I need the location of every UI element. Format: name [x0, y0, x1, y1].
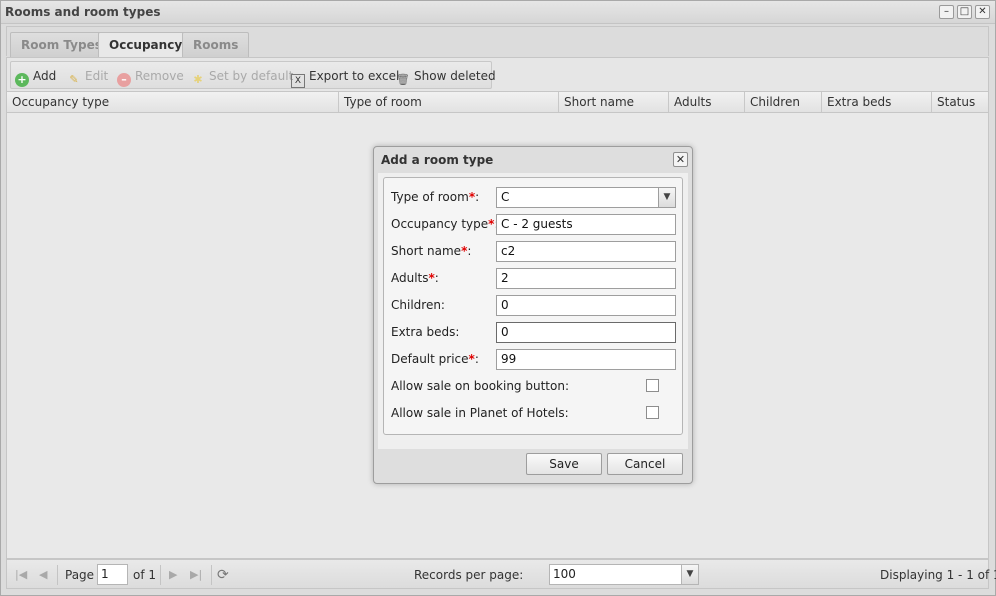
- occupancy-type-label-text: Occupancy type: [391, 217, 489, 231]
- close-icon[interactable]: ✕: [975, 5, 990, 19]
- occupancy-type-input[interactable]: C - 2 guests: [496, 214, 676, 235]
- booking-button-checkbox[interactable]: [646, 379, 659, 392]
- add-button[interactable]: + Add: [15, 68, 57, 87]
- col-children[interactable]: Children: [745, 92, 822, 112]
- toolbar-group: + Add ✎ Edit – Remove ✱ Set by default X Expo…: [10, 61, 496, 89]
- grid-header: Occupancy type Type of room Short name A…: [6, 91, 989, 113]
- dialog-close-icon[interactable]: ✕: [673, 152, 688, 167]
- adults-label: Adults*:: [391, 271, 439, 285]
- type-of-room-select[interactable]: C ▼: [496, 187, 676, 208]
- extra-beds-input[interactable]: 0: [496, 322, 676, 343]
- excel-icon: X: [291, 74, 305, 88]
- tab-bar: Room Types Occupancy Rooms: [6, 26, 989, 59]
- col-status[interactable]: Status: [932, 92, 988, 112]
- edit-label: Edit: [85, 69, 109, 83]
- planet-of-hotels-label: Allow sale in Planet of Hotels:: [391, 406, 569, 420]
- type-of-room-value: C: [501, 190, 510, 204]
- displaying-info: Displaying 1 - 1 of 1: [880, 568, 996, 582]
- edit-button[interactable]: ✎ Edit: [67, 68, 109, 86]
- type-of-room-label-text: Type of room: [391, 190, 469, 204]
- booking-button-label: Allow sale on booking button:: [391, 379, 569, 393]
- default-price-input[interactable]: 99: [496, 349, 676, 370]
- lightbulb-icon: ✱: [193, 73, 203, 86]
- records-per-page-select[interactable]: 100 ▼: [549, 564, 699, 585]
- set-default-label: Set by default: [209, 69, 294, 83]
- label-colon: :: [475, 190, 480, 204]
- records-per-page-label: Records per page:: [414, 568, 524, 582]
- occupancy-type-label: Occupancy type*:: [391, 217, 498, 231]
- trash-icon: 🗑: [396, 73, 410, 86]
- dialog-title: Add a room type: [381, 153, 494, 167]
- records-per-page-value: 100: [553, 567, 576, 581]
- last-page-icon[interactable]: ▶|: [190, 566, 202, 584]
- dialog-body: Type of room*: C ▼ Occupancy type*: C - …: [378, 173, 688, 449]
- add-icon: +: [15, 73, 29, 87]
- page-number-input[interactable]: 1: [97, 564, 128, 585]
- label-colon: :: [434, 271, 439, 285]
- planet-of-hotels-checkbox[interactable]: [646, 406, 659, 419]
- short-name-label: Short name*:: [391, 244, 471, 258]
- default-price-label-text: Default price: [391, 352, 469, 366]
- first-page-icon[interactable]: |◀: [15, 566, 27, 584]
- next-page-icon[interactable]: ▶: [169, 566, 177, 584]
- pencil-icon: ✎: [69, 73, 79, 86]
- short-name-label-text: Short name: [391, 244, 462, 258]
- maximize-icon[interactable]: □: [957, 5, 972, 19]
- add-label: Add: [33, 69, 57, 83]
- pager-separator: [160, 565, 161, 585]
- set-default-button[interactable]: ✱ Set by default: [191, 68, 294, 86]
- pager-separator: [57, 565, 58, 585]
- tab-rooms[interactable]: Rooms: [182, 32, 250, 58]
- cancel-button[interactable]: Cancel: [607, 453, 683, 475]
- page-count: of 1: [133, 568, 157, 582]
- prev-page-icon[interactable]: ◀: [39, 566, 47, 584]
- show-deleted-label: Show deleted: [414, 69, 496, 83]
- extra-beds-label: Extra beds:: [391, 325, 460, 339]
- children-input[interactable]: 0: [496, 295, 676, 316]
- toolbar: + Add ✎ Edit – Remove ✱ Set by default X Expo…: [6, 57, 989, 91]
- pager-separator: [211, 565, 212, 585]
- save-button[interactable]: Save: [526, 453, 602, 475]
- window-title: Rooms and room types: [5, 5, 161, 19]
- remove-icon: –: [117, 73, 131, 87]
- remove-button[interactable]: – Remove: [117, 68, 184, 87]
- short-name-input[interactable]: c2: [496, 241, 676, 262]
- default-price-label: Default price*:: [391, 352, 479, 366]
- show-deleted-button[interactable]: 🗑 Show deleted: [396, 68, 496, 86]
- add-room-type-dialog: Add a room type ✕ Type of room*: C ▼ Occ…: [373, 146, 693, 484]
- adults-input[interactable]: 2: [496, 268, 676, 289]
- refresh-icon[interactable]: ⟳: [217, 566, 229, 584]
- children-label: Children:: [391, 298, 445, 312]
- chevron-down-icon[interactable]: ▼: [658, 188, 675, 207]
- window-titlebar: Rooms and room types – □ ✕: [1, 1, 995, 24]
- remove-label: Remove: [135, 69, 184, 83]
- col-extra-beds[interactable]: Extra beds: [822, 92, 932, 112]
- chevron-down-icon[interactable]: ▼: [681, 565, 698, 584]
- adults-label-text: Adults: [391, 271, 429, 285]
- label-colon: :: [474, 352, 479, 366]
- col-short-name[interactable]: Short name: [559, 92, 669, 112]
- label-colon: :: [467, 244, 472, 258]
- export-excel-button[interactable]: X Export to excel: [291, 68, 400, 88]
- page-label: Page: [65, 568, 95, 582]
- col-occupancy-type[interactable]: Occupancy type: [7, 92, 339, 112]
- paging-toolbar: |◀ ◀ Page 1 of 1 ▶ ▶| ⟳ Records per page…: [6, 559, 996, 589]
- export-label: Export to excel: [309, 69, 400, 83]
- type-of-room-label: Type of room*:: [391, 190, 479, 204]
- col-type-of-room[interactable]: Type of room: [339, 92, 559, 112]
- minimize-icon[interactable]: –: [939, 5, 954, 19]
- col-adults[interactable]: Adults: [669, 92, 745, 112]
- form-fieldset: Type of room*: C ▼ Occupancy type*: C - …: [383, 177, 683, 435]
- tab-occupancy[interactable]: Occupancy: [98, 32, 194, 59]
